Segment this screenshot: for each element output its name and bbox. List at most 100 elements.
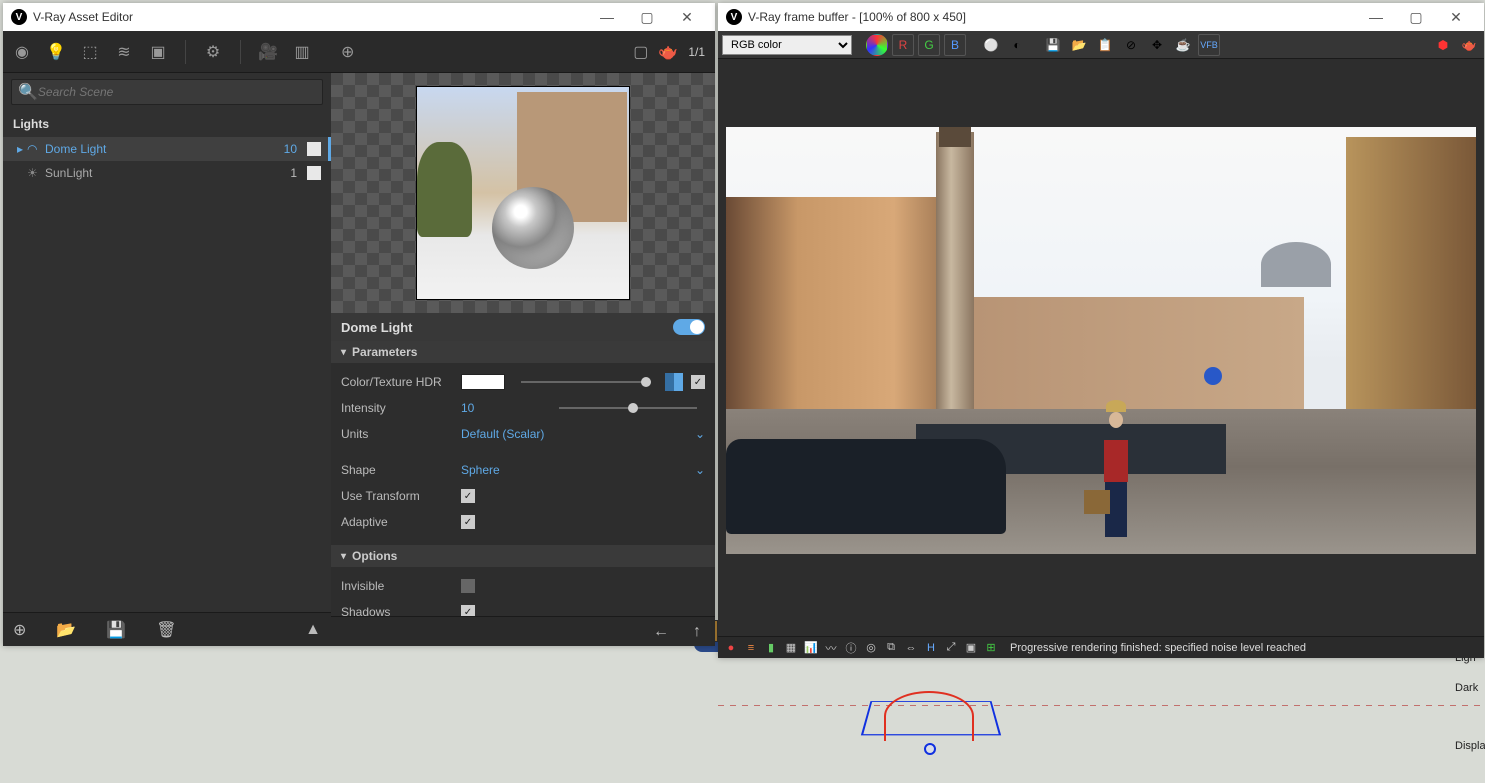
param-color-texture: Color/Texture HDR bbox=[341, 369, 705, 395]
search-scene[interactable]: 🔍 bbox=[11, 79, 323, 105]
alpha-channel-icon[interactable]: ◐ bbox=[1006, 34, 1028, 56]
copy-image-icon[interactable]: 📋 bbox=[1094, 34, 1116, 56]
open-folder-icon[interactable]: 📂 bbox=[56, 620, 76, 640]
render-elements-tab-icon[interactable]: ▣ bbox=[147, 41, 169, 63]
texture-enable-check[interactable] bbox=[691, 375, 705, 389]
expand-caret-icon[interactable]: ▸ bbox=[17, 142, 27, 156]
rgb-channels-icon[interactable] bbox=[866, 34, 888, 56]
status-dot-icon[interactable]: ● bbox=[722, 640, 740, 656]
red-channel-button[interactable]: R bbox=[892, 34, 914, 56]
settings-icon[interactable]: ⚙ bbox=[202, 41, 224, 63]
preview-fraction: 1/1 bbox=[688, 45, 705, 59]
preview-teapot-icon[interactable]: 🫖 bbox=[658, 42, 678, 62]
status-green-icon[interactable]: ▮ bbox=[762, 640, 780, 656]
status-history-h-icon[interactable]: H bbox=[922, 640, 940, 656]
start-render-icon[interactable]: 🫖 bbox=[1458, 34, 1480, 56]
track-mouse-icon[interactable]: ☕ bbox=[1172, 34, 1194, 56]
units-value[interactable]: Default (Scalar) bbox=[461, 427, 544, 441]
window-title: V-Ray frame buffer - [100% of 800 x 450] bbox=[748, 10, 966, 24]
shadows-check[interactable] bbox=[461, 605, 475, 616]
material-preview[interactable] bbox=[331, 73, 715, 313]
status-layers-icon[interactable]: ≡ bbox=[742, 640, 760, 656]
shape-value[interactable]: Sphere bbox=[461, 463, 500, 477]
dome-light-icon: ◠ bbox=[27, 142, 45, 156]
save-image-icon[interactable]: 💾 bbox=[1042, 34, 1064, 56]
delete-icon[interactable]: 🗑 bbox=[156, 620, 176, 640]
dome-light-gizmo[interactable] bbox=[866, 683, 996, 751]
use-transform-check[interactable] bbox=[461, 489, 475, 503]
stop-render-icon[interactable]: ⬢ bbox=[1432, 34, 1454, 56]
intensity-value[interactable]: 10 bbox=[461, 401, 551, 415]
status-grid-icon[interactable]: ▦ bbox=[782, 640, 800, 656]
enable-checkbox[interactable] bbox=[307, 142, 321, 156]
frame-buffer-statusbar: ● ≡ ▮ ▦ 📊 〰 ⓘ ◎ ⧉ ⇔ H ⤢ ▣ ⊞ Progressive … bbox=[718, 636, 1484, 658]
intensity-slider[interactable] bbox=[559, 407, 697, 409]
materials-tab-icon[interactable]: ◉ bbox=[11, 41, 33, 63]
list-item-label: Dome Light bbox=[45, 142, 265, 156]
window-title: V-Ray Asset Editor bbox=[33, 10, 133, 24]
layers-tab-icon[interactable]: ≋ bbox=[113, 41, 135, 63]
clear-image-icon[interactable]: ⊘ bbox=[1120, 34, 1142, 56]
green-channel-button[interactable]: G bbox=[918, 34, 940, 56]
param-invisible: Invisible bbox=[341, 573, 705, 599]
parameters-rollout[interactable]: Parameters bbox=[331, 341, 715, 363]
render-icon[interactable]: 🎥 bbox=[257, 41, 279, 63]
preview-frame-icon[interactable]: ▢ bbox=[633, 42, 648, 62]
save-icon[interactable]: 💾 bbox=[106, 620, 126, 640]
units-dropdown-icon[interactable]: ⌄ bbox=[695, 427, 705, 441]
maximize-button[interactable]: ▢ bbox=[1396, 3, 1436, 31]
status-zoom-icon[interactable]: ⤢ bbox=[942, 640, 960, 656]
purge-icon[interactable]: ▲ bbox=[305, 621, 321, 639]
search-input[interactable] bbox=[38, 85, 316, 99]
preview-target-icon[interactable]: ⊕ bbox=[341, 42, 354, 62]
property-footer: ← ↑ bbox=[331, 616, 715, 646]
invisible-check[interactable] bbox=[461, 579, 475, 593]
minimize-button[interactable]: — bbox=[1356, 3, 1396, 31]
light-enable-toggle[interactable] bbox=[673, 319, 705, 335]
channel-select[interactable]: RGB color bbox=[722, 35, 852, 55]
load-image-icon[interactable]: 📂 bbox=[1068, 34, 1090, 56]
list-item-label: SunLight bbox=[45, 166, 265, 180]
close-button[interactable]: ✕ bbox=[1436, 3, 1476, 31]
status-chart-icon[interactable]: 📊 bbox=[802, 640, 820, 656]
status-plus-icon[interactable]: ⊞ bbox=[982, 640, 1000, 656]
vray-logo-icon bbox=[11, 9, 27, 25]
status-info-icon[interactable]: ⓘ bbox=[842, 640, 860, 656]
close-button[interactable]: ✕ bbox=[667, 3, 707, 31]
up-icon[interactable]: ↑ bbox=[693, 623, 701, 641]
blue-channel-button[interactable]: B bbox=[944, 34, 966, 56]
mono-channel-icon[interactable]: ⚪ bbox=[980, 34, 1002, 56]
property-title-bar: Dome Light bbox=[331, 313, 715, 341]
enable-checkbox[interactable] bbox=[307, 166, 321, 180]
param-use-transform: Use Transform bbox=[341, 483, 705, 509]
list-item-sunlight[interactable]: ☀ SunLight 1 bbox=[3, 161, 331, 185]
color-swatch[interactable] bbox=[461, 374, 505, 390]
minimize-button[interactable]: — bbox=[587, 3, 627, 31]
maximize-button[interactable]: ▢ bbox=[627, 3, 667, 31]
status-curve-icon[interactable]: 〰 bbox=[822, 640, 840, 656]
frame-buffer-icon[interactable]: ▥ bbox=[291, 41, 313, 63]
render-viewport[interactable] bbox=[718, 59, 1484, 636]
create-asset-icon[interactable]: ⊕ bbox=[13, 620, 26, 640]
geometry-tab-icon[interactable]: ⬚ bbox=[79, 41, 101, 63]
adaptive-check[interactable] bbox=[461, 515, 475, 529]
shape-dropdown-icon[interactable]: ⌄ bbox=[695, 463, 705, 477]
back-icon[interactable]: ← bbox=[653, 623, 669, 641]
status-compare-icon[interactable]: ⧉ bbox=[882, 640, 900, 656]
status-region-icon[interactable]: ▣ bbox=[962, 640, 980, 656]
status-ab-icon[interactable]: ⇔ bbox=[902, 640, 920, 656]
vray-logo-icon bbox=[726, 9, 742, 25]
status-text: Progressive rendering finished: specifie… bbox=[1010, 642, 1306, 654]
link-vfb-icon[interactable]: VFB bbox=[1198, 34, 1220, 56]
preview-toolbar: ⊕ ▢ 🫖 1/1 bbox=[331, 31, 715, 73]
color-slider[interactable] bbox=[521, 381, 651, 383]
options-rollout[interactable]: Options bbox=[331, 545, 715, 567]
region-render-icon[interactable]: ✥ bbox=[1146, 34, 1168, 56]
frame-buffer-window: V-Ray frame buffer - [100% of 800 x 450]… bbox=[718, 3, 1484, 658]
list-item-dome-light[interactable]: ▸ ◠ Dome Light 10 bbox=[3, 137, 331, 161]
frame-buffer-titlebar[interactable]: V-Ray frame buffer - [100% of 800 x 450]… bbox=[718, 3, 1484, 31]
status-lens-icon[interactable]: ◎ bbox=[862, 640, 880, 656]
lights-tab-icon[interactable]: 💡 bbox=[45, 41, 67, 63]
texture-button[interactable] bbox=[665, 373, 683, 391]
asset-editor-titlebar[interactable]: V-Ray Asset Editor — ▢ ✕ bbox=[3, 3, 715, 31]
